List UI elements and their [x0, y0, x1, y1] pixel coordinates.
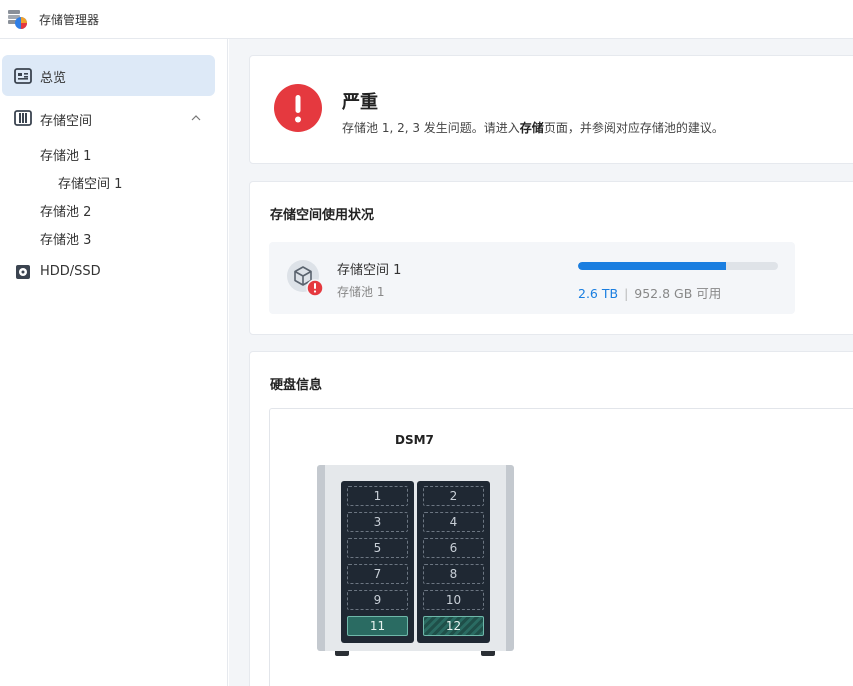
main-content: 严重 存储池 1, 2, 3 发生问题。请进入存储页面，并参阅对应存储池的建议。…: [229, 39, 853, 686]
available-capacity: 952.8 GB 可用: [634, 286, 722, 301]
usage-progress-fill: [578, 262, 726, 270]
critical-alert-icon: [274, 84, 322, 132]
status-message: 存储池 1, 2, 3 发生问题。请进入存储页面，并参阅对应存储池的建议。: [342, 119, 724, 136]
sidebar-item-pool-1[interactable]: 存储池 1: [40, 145, 91, 164]
drive-slot-7[interactable]: 7: [347, 564, 408, 584]
sidebar-item-label: 总览: [40, 71, 67, 86]
usage-text: 2.6 TB | 952.8 GB 可用: [578, 283, 721, 302]
drive-slot-8[interactable]: 8: [423, 564, 484, 584]
drive-slot-3[interactable]: 3: [347, 512, 408, 532]
title-bar: 存储管理器: [0, 0, 853, 39]
storage-manager-icon: [8, 10, 27, 29]
drive-slot-6[interactable]: 6: [423, 538, 484, 558]
drive-slot-4[interactable]: 4: [423, 512, 484, 532]
volume-icon: [287, 260, 325, 298]
sidebar-item-label: 存储空间: [40, 114, 93, 129]
device-name: DSM7: [395, 433, 434, 447]
sidebar-item-label: HDD/SSD: [40, 264, 101, 279]
sidebar: 总览 存储空间 存储池 1 存储空间 1 存储池 2 存储池 3 HDD/SSD: [0, 39, 228, 686]
usage-separator: |: [624, 286, 629, 301]
status-message-text: 存储池 1, 2, 3 发生问题。请进入: [342, 121, 520, 135]
disk-panel: DSM7 1 3 5 7 9 11 2 4 6 8 10 12: [269, 408, 853, 686]
volume-usage-card: 存储空间使用状况 存储空间 1 存储池 1 2.6 TB | 952.8 GB …: [249, 181, 853, 335]
drive-slot-11[interactable]: 11: [347, 616, 408, 636]
drive-slot-10[interactable]: 10: [423, 590, 484, 610]
chevron-up-icon[interactable]: [190, 112, 202, 124]
status-card: 严重 存储池 1, 2, 3 发生问题。请进入存储页面，并参阅对应存储池的建议。: [249, 55, 853, 164]
sidebar-item-volume-1[interactable]: 存储空间 1: [58, 173, 122, 192]
status-title: 严重: [342, 92, 378, 113]
volume-row[interactable]: 存储空间 1 存储池 1 2.6 TB | 952.8 GB 可用: [269, 242, 795, 314]
status-message-text: 页面，并参阅对应存储池的建议。: [543, 121, 724, 135]
drive-slot-12[interactable]: 12: [423, 616, 484, 636]
volume-name: 存储空间 1: [337, 263, 402, 278]
nas-chassis: 1 3 5 7 9 11 2 4 6 8 10 12: [317, 465, 514, 656]
volume-pool: 存储池 1: [337, 285, 385, 299]
storage-page-link[interactable]: 存储: [520, 121, 544, 135]
sidebar-item-hdd-ssd[interactable]: HDD/SSD: [0, 255, 228, 289]
drive-slot-9[interactable]: 9: [347, 590, 408, 610]
used-capacity: 2.6 TB: [578, 286, 619, 301]
drive-slot-2[interactable]: 2: [423, 486, 484, 506]
drive-bay-column-left: 1 3 5 7 9 11: [341, 481, 414, 643]
overview-icon: [14, 68, 32, 84]
drive-slot-5[interactable]: 5: [347, 538, 408, 558]
drive-slot-1[interactable]: 1: [347, 486, 408, 506]
sidebar-item-overview[interactable]: 总览: [2, 55, 215, 96]
sidebar-item-storage[interactable]: 存储空间: [0, 101, 228, 135]
chassis-foot: [481, 651, 495, 656]
usage-progress-bar: [578, 262, 778, 270]
sidebar-item-pool-3[interactable]: 存储池 3: [40, 229, 91, 248]
volume-usage-title: 存储空间使用状况: [270, 208, 375, 223]
sidebar-item-pool-2[interactable]: 存储池 2: [40, 201, 91, 220]
hard-disk-icon: [16, 265, 30, 279]
disk-info-card: 硬盘信息 DSM7 1 3 5 7 9 11 2 4 6 8 10 12: [249, 351, 853, 686]
storage-icon: [14, 110, 32, 126]
drive-bay-column-right: 2 4 6 8 10 12: [417, 481, 490, 643]
chassis-foot: [335, 651, 349, 656]
chassis-front: 1 3 5 7 9 11 2 4 6 8 10 12: [325, 465, 506, 651]
disk-info-title: 硬盘信息: [270, 378, 323, 393]
app-title: 存储管理器: [39, 13, 100, 27]
